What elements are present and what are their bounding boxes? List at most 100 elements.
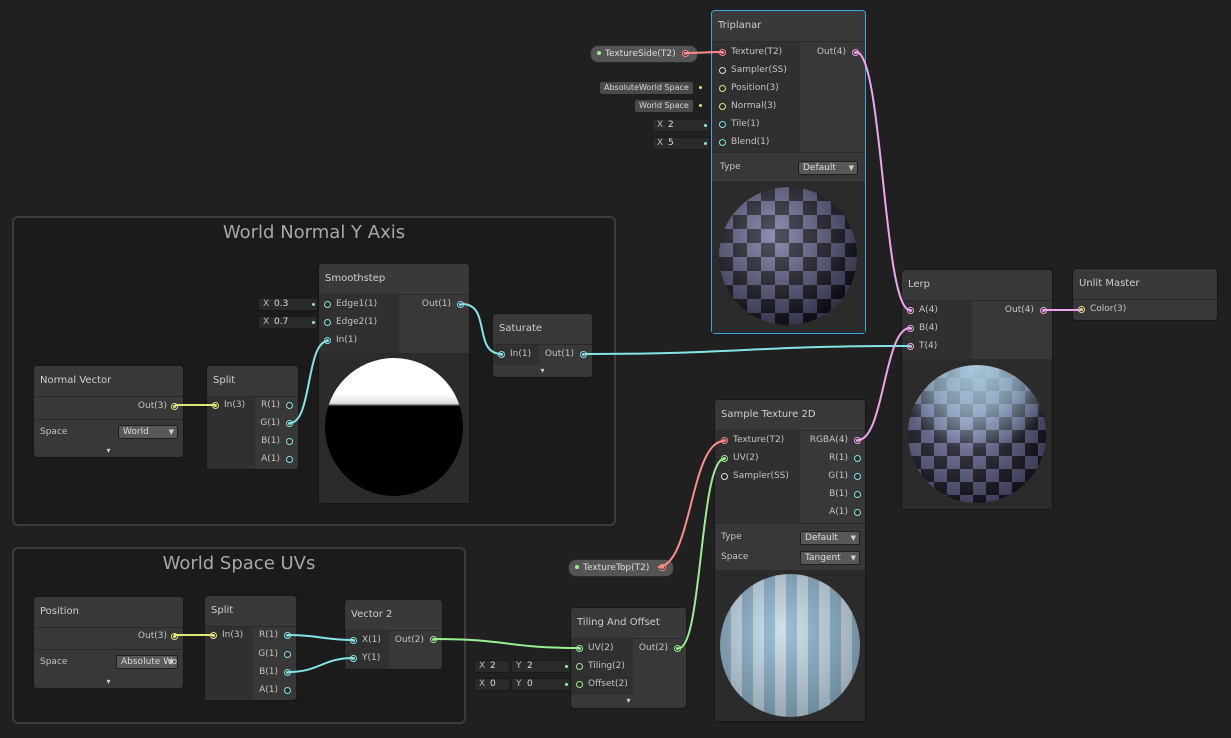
port-in[interactable] bbox=[498, 351, 505, 358]
node-header[interactable]: Unlit Master bbox=[1073, 269, 1217, 300]
port-out[interactable] bbox=[659, 564, 666, 571]
edge1-field[interactable]: X 0.3 bbox=[258, 298, 318, 311]
node-title: Split bbox=[211, 605, 234, 616]
node-smoothstep[interactable]: Smoothstep Edge1(1) Edge2(1) In(1) Out(1… bbox=[319, 264, 469, 503]
port-in[interactable] bbox=[324, 337, 331, 344]
port-out[interactable] bbox=[171, 403, 178, 410]
collapse-chevron-icon[interactable]: ▾ bbox=[34, 676, 183, 688]
port-label-g: G(1) bbox=[260, 418, 280, 428]
space-dropdown[interactable]: Absolute Wo ▼ bbox=[116, 655, 178, 669]
node-normal-vector[interactable]: Normal Vector Out(3) Space World ▼ ▾ bbox=[34, 366, 183, 457]
port-texture[interactable] bbox=[721, 437, 728, 444]
position-default-tag[interactable]: AbsoluteWorld Space bbox=[600, 82, 702, 94]
node-header[interactable]: Split bbox=[207, 366, 298, 397]
port-rgba[interactable] bbox=[854, 437, 861, 444]
node-position[interactable]: Position Out(3) Space Absolute Wo ▼ ▾ bbox=[34, 597, 183, 688]
port-in[interactable] bbox=[210, 632, 217, 639]
port-uv[interactable] bbox=[721, 455, 728, 462]
port-b[interactable] bbox=[854, 491, 861, 498]
type-dropdown[interactable]: Default ▼ bbox=[800, 531, 860, 545]
tiling-x-field[interactable]: X 2 bbox=[474, 660, 510, 673]
port-uv[interactable] bbox=[576, 645, 583, 652]
port-out[interactable] bbox=[852, 49, 859, 56]
edge2-field[interactable]: X 0.7 bbox=[258, 316, 318, 329]
port-a[interactable] bbox=[854, 509, 861, 516]
port-r[interactable] bbox=[854, 455, 861, 462]
node-header[interactable]: Tiling And Offset bbox=[571, 608, 686, 639]
port-out[interactable] bbox=[457, 301, 464, 308]
port-tiling[interactable] bbox=[576, 663, 583, 670]
tiling-y-field[interactable]: Y 2 bbox=[511, 660, 571, 673]
collapse-chevron-icon[interactable]: ▾ bbox=[493, 365, 592, 377]
port-out[interactable] bbox=[430, 636, 437, 643]
space-dropdown[interactable]: World ▼ bbox=[118, 425, 178, 439]
port-b[interactable] bbox=[284, 669, 291, 676]
port-t[interactable] bbox=[907, 343, 914, 350]
node-split[interactable]: Split In(3) R(1) G(1) B(1) A(1) bbox=[205, 596, 296, 700]
port-position[interactable] bbox=[719, 85, 726, 92]
port-color[interactable] bbox=[1078, 306, 1085, 313]
node-tiling-and-offset[interactable]: Tiling And Offset UV(2) Tiling(2) Offset… bbox=[571, 608, 686, 708]
blend-field[interactable]: X 5 bbox=[652, 137, 710, 150]
node-lerp[interactable]: Lerp A(4) B(4) T(4) Out(4) bbox=[902, 270, 1052, 509]
node-saturate[interactable]: Saturate In(1) Out(1) ▾ bbox=[493, 314, 592, 377]
port-out[interactable] bbox=[171, 633, 178, 640]
port-label-tile: Tile(1) bbox=[731, 119, 760, 129]
normal-default-tag[interactable]: World Space bbox=[635, 100, 702, 112]
port-r[interactable] bbox=[286, 402, 293, 409]
port-sampler[interactable] bbox=[721, 473, 728, 480]
port-edge2[interactable] bbox=[324, 319, 331, 326]
port-g[interactable] bbox=[854, 473, 861, 480]
port-tile[interactable] bbox=[719, 121, 726, 128]
node-header[interactable]: Sample Texture 2D bbox=[715, 400, 865, 431]
node-header[interactable]: Vector 2 bbox=[345, 600, 442, 631]
port-in[interactable] bbox=[212, 402, 219, 409]
tile-field[interactable]: X 2 bbox=[652, 119, 710, 132]
node-triplanar[interactable]: Triplanar Texture(T2) Sampler(SS) Positi… bbox=[712, 11, 865, 333]
port-b[interactable] bbox=[286, 438, 293, 445]
port-label-offset: Offset(2) bbox=[588, 679, 628, 689]
port-a[interactable] bbox=[907, 307, 914, 314]
port-a[interactable] bbox=[286, 456, 293, 463]
port-b[interactable] bbox=[907, 325, 914, 332]
port-offset[interactable] bbox=[576, 681, 583, 688]
type-dropdown[interactable]: Default ▼ bbox=[798, 161, 858, 175]
tiling-y-axis: Y bbox=[516, 661, 522, 671]
node-sample-texture-2d[interactable]: Sample Texture 2D Texture(T2) UV(2) Samp… bbox=[715, 400, 865, 721]
offset-y-field[interactable]: Y 0 bbox=[511, 678, 571, 691]
collapse-chevron-icon[interactable]: ▾ bbox=[34, 445, 183, 457]
node-header[interactable]: Normal Vector bbox=[34, 366, 183, 397]
node-title: Lerp bbox=[908, 279, 931, 290]
port-edge1[interactable] bbox=[324, 301, 331, 308]
port-out[interactable] bbox=[1040, 307, 1047, 314]
property-texture-top[interactable]: TextureTop(T2) bbox=[568, 559, 674, 577]
node-split[interactable]: Split In(3) R(1) G(1) B(1) A(1) bbox=[207, 366, 298, 469]
port-g[interactable] bbox=[284, 651, 291, 658]
node-vector2[interactable]: Vector 2 X(1) Y(1) Out(2) bbox=[345, 600, 442, 669]
node-header[interactable]: Triplanar bbox=[712, 11, 865, 42]
node-header[interactable]: Lerp bbox=[902, 270, 1052, 301]
port-y[interactable] bbox=[350, 655, 357, 662]
port-a[interactable] bbox=[284, 687, 291, 694]
port-out[interactable] bbox=[580, 351, 587, 358]
position-default-value: AbsoluteWorld Space bbox=[604, 83, 689, 92]
port-texture[interactable] bbox=[719, 49, 726, 56]
space-dropdown[interactable]: Tangent ▼ bbox=[800, 551, 860, 565]
node-header[interactable]: Saturate bbox=[493, 314, 592, 345]
port-label-out: Out(2) bbox=[638, 643, 668, 653]
port-sampler[interactable] bbox=[719, 67, 726, 74]
offset-x-field[interactable]: X 0 bbox=[474, 678, 510, 691]
port-normal[interactable] bbox=[719, 103, 726, 110]
node-header[interactable]: Smoothstep bbox=[319, 264, 469, 295]
property-texture-side[interactable]: TextureSide(T2) bbox=[590, 45, 698, 63]
collapse-chevron-icon[interactable]: ▾ bbox=[571, 695, 686, 707]
node-unlit-master[interactable]: Unlit Master Color(3) bbox=[1073, 269, 1217, 320]
port-out[interactable] bbox=[674, 645, 681, 652]
port-g[interactable] bbox=[286, 420, 293, 427]
port-blend[interactable] bbox=[719, 139, 726, 146]
node-header[interactable]: Split bbox=[205, 596, 296, 627]
port-x[interactable] bbox=[350, 637, 357, 644]
node-header[interactable]: Position bbox=[34, 597, 183, 628]
port-r[interactable] bbox=[284, 632, 291, 639]
port-out[interactable] bbox=[682, 50, 689, 57]
